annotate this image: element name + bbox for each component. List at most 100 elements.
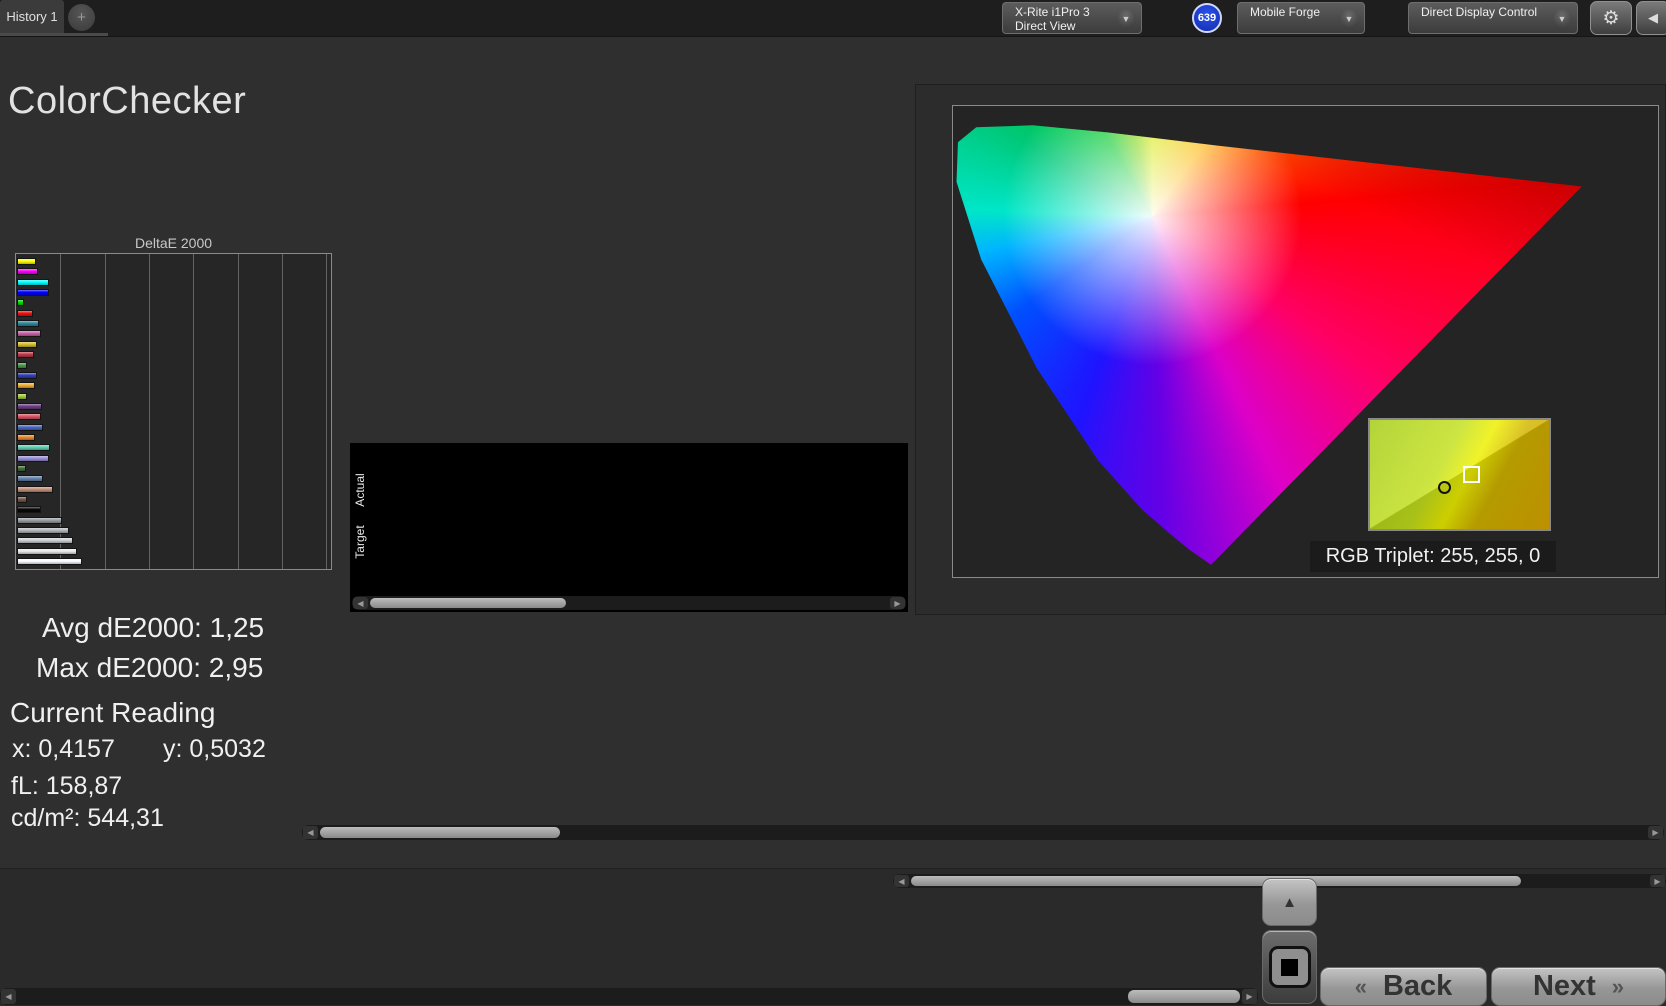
de2000-bar-bluish-green — [17, 444, 50, 452]
rgb-triplet-text: RGB Triplet: 255, 255, 0 — [1325, 545, 1541, 567]
collapse-panel-button[interactable]: ◀ — [1636, 1, 1666, 35]
de2000-bar-orange-yellow — [17, 382, 35, 390]
pattern-list-up-button[interactable]: ▲ — [1262, 878, 1317, 926]
table-scrollbar[interactable]: ◀ ▶ — [302, 825, 1664, 840]
current-reading-heading: Current Reading — [10, 697, 216, 728]
app-window: History 1 + X-Rite i1Pro 3 Direct View ▼… — [0, 0, 1666, 1006]
measurement-table — [302, 625, 1666, 824]
de2000-bar-red — [17, 351, 34, 359]
scroll-left-icon[interactable]: ◀ — [894, 875, 909, 887]
scroll-left-icon[interactable]: ◀ — [1, 989, 16, 1004]
back-chevron-icon: « — [1354, 973, 1367, 999]
actual-row-label: Actual — [353, 473, 367, 507]
reading-cdm2-value: cd/m²: 544,31 — [11, 804, 164, 832]
de2000-bar-100-green — [17, 299, 24, 307]
add-tab-button[interactable]: + — [68, 4, 95, 31]
pattern-window-button[interactable] — [1262, 930, 1317, 1004]
gridline — [104, 254, 106, 569]
de2000-bar-gray-65 — [17, 537, 74, 545]
scroll-right-icon[interactable]: ▶ — [1648, 826, 1663, 839]
de2000-bar-blue-sky — [17, 475, 44, 483]
gridline — [237, 254, 239, 569]
target-point-icon — [1463, 465, 1481, 483]
colorchecker-swatch-strip: Actual Target — [350, 443, 908, 612]
cie-zoom-inset — [1368, 418, 1551, 531]
history-tab-label: History 1 — [6, 9, 58, 24]
scroll-right-icon[interactable]: ▶ — [890, 597, 905, 609]
de2000-bar-foliage — [17, 465, 27, 472]
back-button[interactable]: « Back — [1320, 967, 1487, 1006]
meter-dropdown[interactable]: X-Rite i1Pro 3 Direct View ▼ — [1002, 2, 1142, 34]
de2000-bar-cyan — [17, 320, 40, 328]
pattern-bar-bottom-scrollbar[interactable]: ◀ ▶ — [0, 988, 1258, 1005]
meter-status-accent — [1006, 6, 1010, 30]
meter-mode: Direct View — [1015, 19, 1076, 33]
left-arrow-icon: ◀ — [1648, 10, 1658, 25]
control-status-accent — [1412, 6, 1416, 30]
control-name: Direct Display Control — [1421, 5, 1538, 19]
scrollbar-thumb[interactable] — [370, 598, 566, 608]
de2000-bar-moderate-red — [17, 413, 41, 421]
de2000-chart-title: DeltaE 2000 — [134, 235, 213, 251]
de2000-bar-orange — [17, 433, 35, 441]
source-name: Mobile Forge — [1250, 5, 1321, 19]
de2000-bar-gray-50 — [17, 527, 70, 535]
pattern-source-dropdown[interactable]: Mobile Forge ▼ — [1237, 2, 1365, 34]
de2000-bar-100-magenta — [17, 268, 39, 276]
scroll-left-icon[interactable]: ◀ — [303, 826, 318, 839]
source-status-accent — [1241, 6, 1245, 30]
settings-button[interactable]: ⚙ — [1590, 1, 1632, 35]
max-de2000-value: Max dE2000: 2,95 — [36, 652, 264, 683]
chevron-down-icon[interactable]: ▼ — [1339, 9, 1359, 29]
scrollbar-thumb[interactable] — [911, 876, 1521, 886]
de2000-chart — [15, 253, 332, 570]
measurement-count-badge: 639 — [1192, 3, 1222, 33]
tab-strip — [0, 33, 108, 36]
chevron-down-icon[interactable]: ▼ — [1552, 9, 1572, 29]
scrollbar-thumb[interactable] — [1128, 990, 1240, 1003]
de2000-bar-magenta — [17, 330, 42, 338]
badge-count: 639 — [1197, 12, 1217, 24]
scroll-left-icon[interactable]: ◀ — [353, 597, 368, 609]
reading-y-value: y: 0,5032 — [163, 735, 266, 763]
gear-icon: ⚙ — [1602, 7, 1620, 29]
gridline — [281, 254, 283, 569]
de2000-bar-green — [17, 361, 27, 369]
cie-gamut-horseshoe — [956, 125, 1582, 565]
de2000-bar-blue — [17, 371, 37, 379]
de2000-bar-dark-skin — [17, 496, 27, 504]
chevron-down-icon[interactable]: ▼ — [1116, 9, 1136, 29]
history-tab[interactable]: History 1 — [0, 0, 64, 33]
measured-point-icon — [1438, 481, 1452, 495]
de2000-bar-gray-35 — [17, 516, 62, 524]
de2000-bar-100-red — [17, 309, 33, 317]
gridline — [148, 254, 150, 569]
page-title: ColorChecker — [8, 80, 247, 122]
scroll-right-icon[interactable]: ▶ — [1650, 875, 1665, 887]
pattern-window-square-icon — [1281, 958, 1298, 976]
next-button[interactable]: Next » — [1491, 967, 1666, 1006]
up-arrow-icon: ▲ — [1282, 893, 1297, 911]
avg-de2000-value: Avg dE2000: 1,25 — [42, 612, 265, 643]
scroll-right-icon[interactable]: ▶ — [1242, 989, 1257, 1004]
de2000-bar-100-blue — [17, 289, 50, 297]
reading-fl-value: fL: 158,87 — [11, 772, 123, 800]
pattern-window-frame — [1268, 946, 1311, 988]
top-bar: History 1 + X-Rite i1Pro 3 Direct View ▼… — [0, 0, 1666, 37]
target-row-label: Target — [353, 525, 367, 559]
reading-x-value: x: 0,4157 — [12, 735, 115, 763]
de2000-bar-yellow — [17, 340, 37, 348]
scrollbar-thumb[interactable] — [320, 827, 560, 838]
plus-icon: + — [77, 9, 86, 26]
rgb-triplet-label: RGB Triplet: 255, 255, 0 — [1310, 541, 1556, 572]
gridline — [193, 254, 195, 569]
next-label: Next — [1532, 970, 1596, 1002]
display-control-dropdown[interactable]: Direct Display Control ▼ — [1408, 2, 1578, 34]
swatch-scrollbar[interactable]: ◀ ▶ — [352, 596, 906, 610]
next-chevron-icon: » — [1611, 973, 1625, 999]
de2000-bar-light-skin — [17, 485, 53, 493]
de2000-bar-purplish-blue — [17, 423, 44, 431]
de2000-bar-100-cyan — [17, 278, 50, 286]
de2000-bar-100-yellow — [17, 258, 36, 265]
de2000-bar-white — [17, 558, 83, 566]
